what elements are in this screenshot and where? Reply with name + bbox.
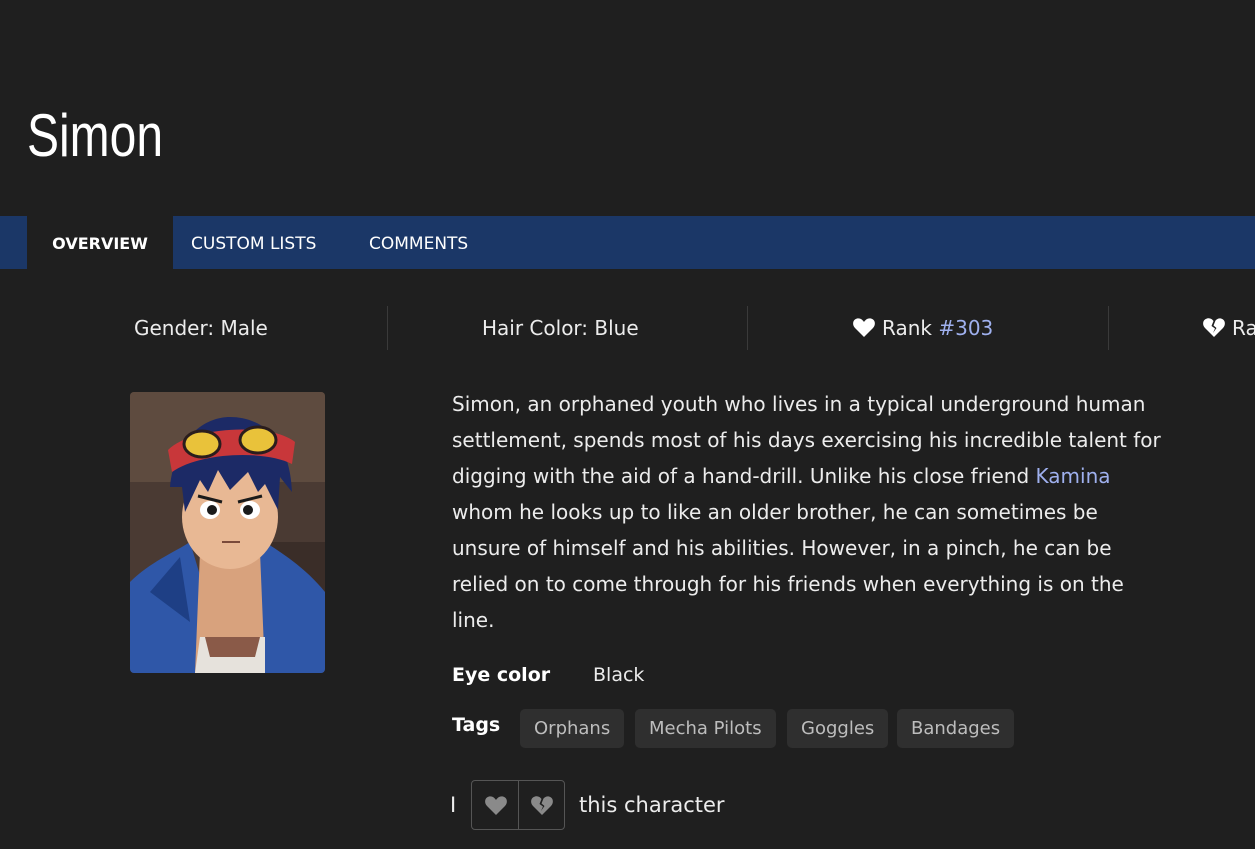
description-line: digging with the aid of a hand-drill. Un… [452, 458, 1242, 494]
description-line: line. [452, 608, 495, 632]
heart-icon [485, 796, 507, 815]
eye-color-value: Black [593, 664, 645, 686]
love-rank-link[interactable]: #303 [938, 316, 993, 340]
stat-divider [387, 306, 388, 350]
love-button[interactable] [472, 781, 519, 829]
page-title: Simon [27, 102, 164, 169]
tag-orphans[interactable]: Orphans [520, 709, 625, 748]
stat-divider [1108, 306, 1109, 350]
tag-bandages[interactable]: Bandages [897, 709, 1015, 748]
hair-color-stat: Hair Color: Blue [482, 316, 639, 340]
tab-overview[interactable]: OVERVIEW [27, 216, 173, 269]
tab-comments[interactable]: COMMENTS [369, 216, 468, 269]
description-line: Simon, an orphaned youth who lives in a … [452, 392, 1146, 416]
heart-icon [853, 318, 875, 337]
broken-heart-icon [1203, 318, 1225, 337]
description-line: settlement, spends most of his days exer… [452, 428, 1161, 452]
hate-button[interactable] [518, 781, 564, 829]
stat-divider [747, 306, 748, 350]
vote-prefix: I [450, 793, 457, 817]
stats-bar: Gender: Male Hair Color: Blue Rank #303 … [0, 306, 1255, 350]
love-rank-stat: Rank #303 [852, 306, 993, 350]
character-image [130, 392, 325, 673]
hate-rank-label: Ra [1232, 316, 1255, 340]
character-description: Simon, an orphaned youth who lives in a … [452, 386, 1242, 638]
description-text: digging with the aid of a hand-drill. Un… [452, 464, 1036, 488]
vote-buttons [471, 780, 565, 830]
tag-mecha-pilots[interactable]: Mecha Pilots [635, 709, 776, 748]
character-portrait [130, 392, 325, 673]
character-page: Simon OVERVIEW CUSTOM LISTS COMMENTS Gen… [0, 0, 1255, 849]
gender-stat: Gender: Male [134, 316, 268, 340]
vote-suffix: this character [579, 793, 725, 817]
tag-goggles[interactable]: Goggles [787, 709, 889, 748]
broken-heart-icon [531, 796, 553, 815]
description-line: relied on to come through for his friend… [452, 572, 1124, 596]
love-rank-label: Rank [882, 316, 932, 340]
description-line: unsure of himself and his abilities. How… [452, 536, 1112, 560]
eye-color-label: Eye color [452, 664, 551, 686]
tab-bar: OVERVIEW CUSTOM LISTS COMMENTS [0, 216, 1255, 269]
hate-rank-stat: Ra [1202, 306, 1255, 350]
tags-label: Tags [452, 714, 501, 736]
tab-custom-lists[interactable]: CUSTOM LISTS [191, 216, 316, 269]
kamina-link[interactable]: Kamina [1036, 464, 1111, 488]
description-line: whom he looks up to like an older brothe… [452, 500, 1098, 524]
